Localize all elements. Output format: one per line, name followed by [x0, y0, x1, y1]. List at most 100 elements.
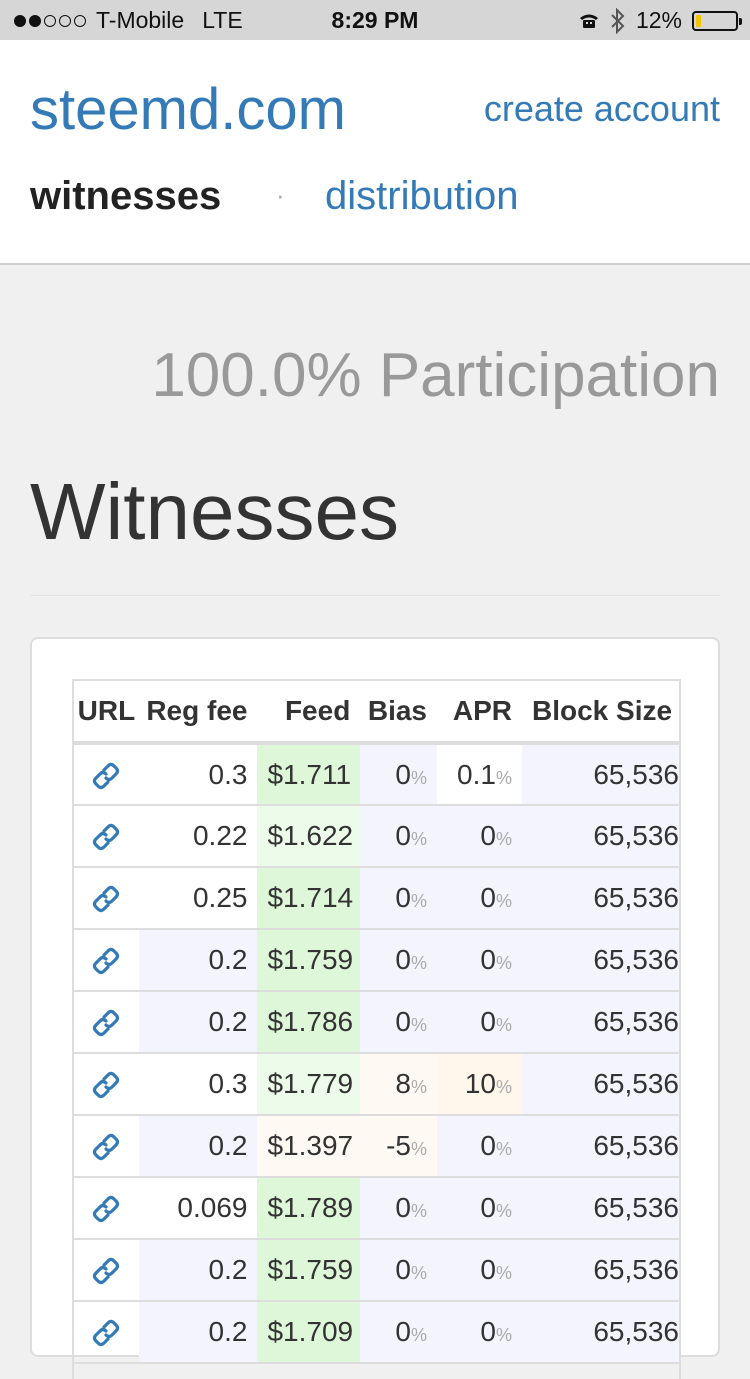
- link-icon[interactable]: [91, 1068, 121, 1099]
- url-cell: [74, 991, 139, 1054]
- table-row: 0.3 $1.779 8% 10% 65,536: [74, 1053, 679, 1116]
- table-row: 0.25 $1.714 0% 0% 65,536: [74, 867, 679, 930]
- bias-cell: 0%: [360, 991, 437, 1054]
- percent-sign: %: [410, 1325, 427, 1345]
- create-account-link[interactable]: create account: [484, 88, 720, 130]
- feed-cell: $1.779: [257, 1053, 361, 1116]
- percent-sign: %: [410, 829, 427, 849]
- bias-cell: 0%: [360, 929, 437, 992]
- battery-percent: 12%: [635, 7, 682, 33]
- participation-stat: 100.0% Participation: [151, 341, 720, 410]
- status-right: 12%: [578, 7, 742, 34]
- percent-sign: %: [495, 1077, 512, 1097]
- bias-cell: 0%: [360, 1301, 437, 1364]
- feed-cell: $1.759: [257, 1239, 361, 1302]
- reg-fee-cell: 0.3: [138, 1053, 258, 1116]
- percent-sign: %: [495, 829, 512, 849]
- block-size-cell: 65,536: [522, 1053, 679, 1116]
- column-header-block-size[interactable]: Block Size: [522, 681, 679, 745]
- link-icon[interactable]: [91, 1130, 121, 1161]
- column-header-reg-fee[interactable]: Reg fee: [138, 681, 258, 745]
- table-row: 0.2 $1.759 0% 0% 65,536: [74, 1239, 679, 1302]
- column-header-feed[interactable]: Feed: [257, 681, 361, 745]
- block-size-cell: 65,536: [522, 743, 679, 806]
- nav-distribution[interactable]: distribution: [325, 174, 518, 219]
- apr-value: 0: [480, 820, 496, 851]
- bias-value: 0: [395, 1316, 411, 1347]
- reg-fee-cell: 0.2: [138, 1239, 258, 1302]
- percent-sign: %: [495, 1325, 512, 1345]
- divider: [30, 595, 720, 596]
- bias-cell: 0%: [360, 743, 437, 806]
- table-scroll-container[interactable]: URL Reg fee Feed Bias APR Block Size 0.3…: [72, 679, 681, 1379]
- witnesses-table: URL Reg fee Feed Bias APR Block Size 0.3…: [74, 681, 679, 1364]
- table-row: 0.2 $1.397 -5% 0% 65,536: [74, 1115, 679, 1178]
- bias-cell: 0%: [360, 805, 437, 868]
- block-size-cell: 65,536: [522, 929, 679, 992]
- block-size-cell: 65,536: [522, 805, 679, 868]
- feed-cell: $1.622: [257, 805, 361, 868]
- link-icon[interactable]: [91, 1316, 121, 1347]
- site-logo-link[interactable]: steemd.com: [30, 76, 346, 143]
- column-header-bias[interactable]: Bias: [360, 681, 437, 745]
- apr-value: 0: [480, 882, 496, 913]
- percent-sign: %: [410, 1139, 427, 1159]
- feed-cell: $1.759: [257, 929, 361, 992]
- percent-sign: %: [495, 1201, 512, 1221]
- apr-cell: 0%: [437, 929, 522, 992]
- witnesses-panel: URL Reg fee Feed Bias APR Block Size 0.3…: [30, 637, 720, 1379]
- bias-value: 0: [395, 882, 411, 913]
- block-size-cell: 65,536: [522, 1239, 679, 1302]
- column-header-url[interactable]: URL: [74, 681, 139, 745]
- feed-cell: $1.711: [257, 743, 361, 806]
- bias-cell: 0%: [360, 1177, 437, 1240]
- link-icon[interactable]: [91, 882, 121, 913]
- bias-value: 0: [395, 820, 411, 851]
- block-size-cell: 65,536: [522, 867, 679, 930]
- reg-fee-cell: 0.25: [138, 867, 258, 930]
- table-header-row: URL Reg fee Feed Bias APR Block Size: [74, 681, 679, 745]
- percent-sign: %: [495, 891, 512, 911]
- link-icon[interactable]: [91, 1254, 121, 1285]
- block-size-cell: 65,536: [522, 1115, 679, 1178]
- percent-sign: %: [495, 1015, 512, 1035]
- url-cell: [74, 1177, 139, 1240]
- apr-cell: 0%: [437, 991, 522, 1054]
- reg-fee-cell: 0.22: [138, 805, 258, 868]
- feed-cell: $1.397: [257, 1115, 361, 1178]
- percent-sign: %: [495, 953, 512, 973]
- link-icon[interactable]: [91, 1006, 121, 1037]
- bluetooth-icon: [611, 7, 625, 34]
- feed-cell: $1.789: [257, 1177, 361, 1240]
- link-icon[interactable]: [91, 820, 121, 851]
- reg-fee-cell: 0.2: [138, 1301, 258, 1364]
- link-icon[interactable]: [91, 1192, 121, 1223]
- feed-cell: $1.786: [257, 991, 361, 1054]
- link-icon[interactable]: [91, 758, 121, 789]
- bias-value: -5: [386, 1130, 411, 1161]
- apr-cell: 0%: [437, 805, 522, 868]
- table-row: 0.2 $1.759 0% 0% 65,536: [74, 929, 679, 992]
- apr-cell: 0%: [437, 1177, 522, 1240]
- percent-sign: %: [410, 953, 427, 973]
- link-icon[interactable]: [91, 944, 121, 975]
- apr-cell: 0%: [437, 867, 522, 930]
- url-cell: [74, 929, 139, 992]
- block-size-cell: 65,536: [522, 1301, 679, 1364]
- column-header-apr[interactable]: APR: [437, 681, 522, 745]
- reg-fee-cell: 0.2: [138, 1115, 258, 1178]
- apr-value: 0.1: [457, 758, 496, 790]
- nav-witnesses[interactable]: witnesses: [30, 174, 221, 219]
- percent-sign: %: [410, 1201, 427, 1221]
- bias-value: 0: [395, 758, 411, 790]
- reg-fee-cell: 0.2: [138, 991, 258, 1054]
- percent-sign: %: [410, 891, 427, 911]
- table-row: 0.2 $1.786 0% 0% 65,536: [74, 991, 679, 1054]
- bias-value: 8: [395, 1068, 411, 1099]
- percent-sign: %: [495, 767, 512, 788]
- apr-value: 0: [480, 944, 496, 975]
- apr-cell: 0.1%: [437, 743, 522, 806]
- url-cell: [74, 1239, 139, 1302]
- nav-separator: ·: [276, 180, 285, 210]
- alarm-icon: [579, 14, 598, 28]
